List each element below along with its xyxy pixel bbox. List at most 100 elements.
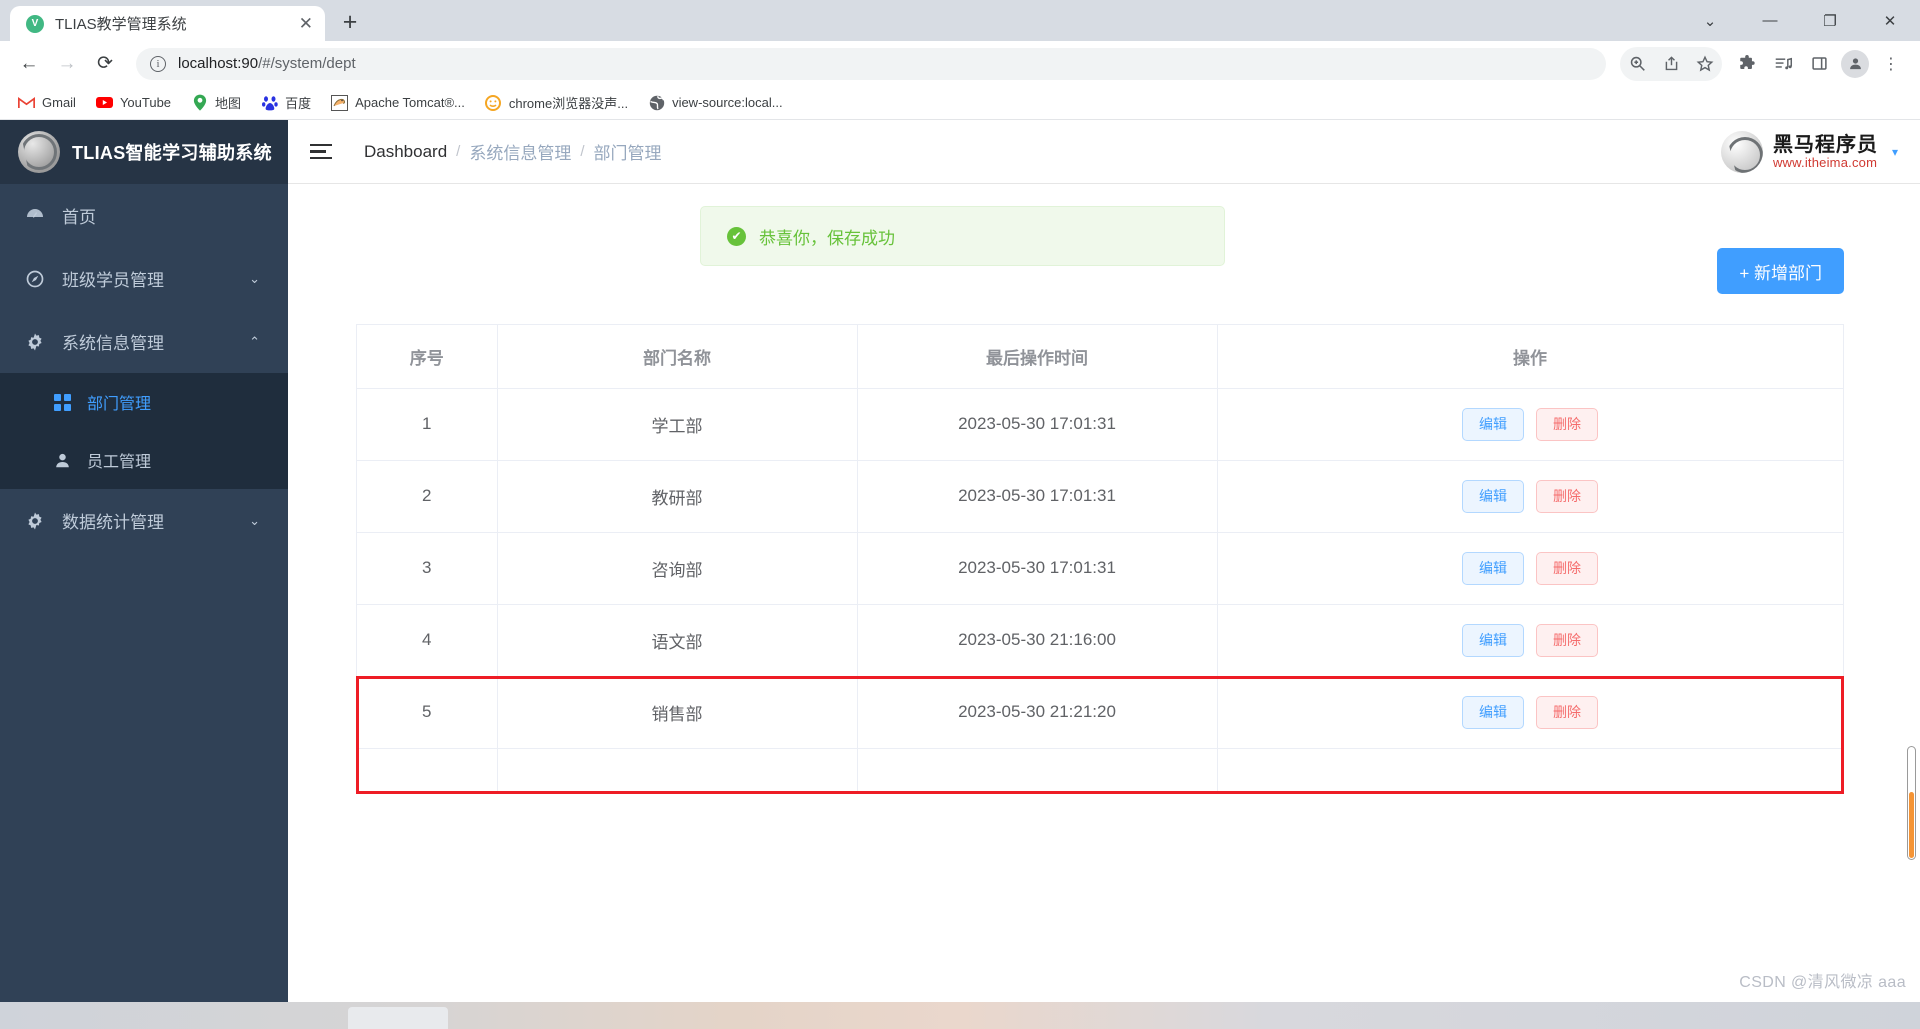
- sidebar-logo-text: TLIAS智能学习辅助系统: [72, 143, 272, 163]
- reload-button[interactable]: ⟳: [88, 47, 122, 81]
- bookmarks-bar: Gmail YouTube 地图 百度 Apache Tomcat®... ch…: [0, 86, 1920, 120]
- cell-index: 3: [357, 532, 498, 605]
- cell-operations: 编辑 删除: [1217, 460, 1843, 533]
- brand-text: 黑马程序员 www.itheima.com: [1773, 134, 1878, 170]
- sidebar-item-label: 数据统计管理: [62, 513, 164, 532]
- table-filler-row: [357, 748, 1843, 793]
- bookmark-label: 地图: [215, 96, 242, 111]
- column-header-time: 最后操作时间: [857, 325, 1218, 389]
- forward-button[interactable]: →: [50, 47, 84, 81]
- compass-icon: [24, 269, 46, 289]
- toast-message: 恭喜你，保存成功: [759, 228, 895, 248]
- bookmark-youtube[interactable]: YouTube: [88, 90, 179, 115]
- sidebar-item-employee-management[interactable]: 员工管理: [0, 431, 288, 489]
- table-row[interactable]: 3 咨询部 2023-05-30 17:01:31 编辑 删除: [357, 532, 1843, 605]
- new-tab-button[interactable]: +: [333, 5, 367, 39]
- back-button[interactable]: ←: [12, 47, 46, 81]
- breadcrumb-system-info: 系统信息管理: [469, 144, 572, 163]
- sidebar-item-system-info[interactable]: 系统信息管理 ⌃: [0, 310, 288, 373]
- address-bar[interactable]: i localhost:90/#/system/dept: [136, 47, 1606, 80]
- collapse-menu-icon[interactable]: [310, 143, 338, 160]
- sidebar-item-home[interactable]: 首页: [0, 184, 288, 247]
- brand-logo[interactable]: 黑马程序员 www.itheima.com ▾: [1720, 120, 1898, 184]
- delete-button[interactable]: 删除: [1536, 695, 1598, 729]
- edit-button[interactable]: 编辑: [1462, 407, 1524, 441]
- restore-icon[interactable]: ❐: [1800, 0, 1860, 41]
- bookmark-label: Apache Tomcat®...: [355, 95, 465, 110]
- table-row[interactable]: 1 学工部 2023-05-30 17:01:31 编辑 删除: [357, 388, 1843, 461]
- column-header-index: 序号: [357, 325, 498, 389]
- bookmark-gmail[interactable]: Gmail: [10, 90, 84, 115]
- cell-name: 咨询部: [497, 532, 858, 605]
- delete-button[interactable]: 删除: [1536, 623, 1598, 657]
- os-taskbar: [0, 1002, 1920, 1029]
- sidebar-item-data-statistics[interactable]: 数据统计管理 ⌄: [0, 489, 288, 552]
- side-panel-icon[interactable]: [1802, 47, 1836, 81]
- delete-button[interactable]: 删除: [1536, 407, 1598, 441]
- column-header-name: 部门名称: [497, 325, 858, 389]
- map-pin-icon: [191, 94, 208, 111]
- bookmark-star-icon[interactable]: [1688, 47, 1722, 81]
- cell-time: 2023-05-30 17:01:31: [857, 532, 1218, 605]
- chevron-down-icon: ⌄: [249, 270, 260, 286]
- browser-menu-icon[interactable]: ⋮: [1874, 47, 1908, 81]
- browser-window: V TLIAS教学管理系统 ✕ + ⌄ — ❐ ✕ ← → ⟳ i localh…: [0, 0, 1920, 1029]
- cell-time: 2023-05-30 17:01:31: [857, 460, 1218, 533]
- sidebar-item-dept-management[interactable]: 部门管理: [0, 373, 288, 431]
- media-playlist-icon[interactable]: [1766, 47, 1800, 81]
- minimize-icon[interactable]: —: [1740, 0, 1800, 41]
- cell-time: 2023-05-30 21:16:00: [857, 604, 1218, 677]
- page-scrollbar[interactable]: [1907, 746, 1916, 860]
- profile-avatar-icon[interactable]: [1838, 47, 1872, 81]
- table-row[interactable]: 4 语文部 2023-05-30 21:16:00 编辑 删除: [357, 604, 1843, 677]
- sidebar-logo[interactable]: TLIAS智能学习辅助系统: [0, 120, 288, 184]
- tomcat-icon: [331, 94, 349, 111]
- delete-button[interactable]: 删除: [1536, 479, 1598, 513]
- main-region: Dashboard / 系统信息管理 / 部门管理 黑马程序员 www.ithe…: [288, 120, 1920, 1002]
- breadcrumb-dashboard[interactable]: Dashboard: [364, 142, 447, 162]
- chevron-down-icon[interactable]: ▾: [1892, 145, 1898, 159]
- csdn-watermark: CSDN @清风微凉 aaa: [1739, 974, 1906, 991]
- table-row[interactable]: 2 教研部 2023-05-30 17:01:31 编辑 删除: [357, 460, 1843, 533]
- close-window-icon[interactable]: ✕: [1860, 0, 1920, 41]
- smiley-icon: [485, 94, 502, 111]
- close-tab-icon[interactable]: ✕: [299, 15, 313, 32]
- gear-icon: [24, 511, 46, 531]
- sidebar-item-class-student[interactable]: 班级学员管理 ⌄: [0, 247, 288, 310]
- add-department-button[interactable]: + 新增部门: [1717, 248, 1844, 294]
- edit-button[interactable]: 编辑: [1462, 623, 1524, 657]
- youtube-icon: [95, 94, 113, 111]
- extensions-puzzle-icon[interactable]: [1730, 47, 1764, 81]
- browser-tab[interactable]: V TLIAS教学管理系统 ✕: [10, 6, 325, 41]
- breadcrumb: Dashboard / 系统信息管理 / 部门管理: [364, 139, 662, 164]
- cell-operations: 编辑 删除: [1217, 532, 1843, 605]
- site-info-icon[interactable]: i: [150, 55, 166, 72]
- bookmark-tomcat[interactable]: Apache Tomcat®...: [323, 90, 473, 115]
- bookmark-label: 百度: [285, 96, 312, 111]
- chevron-down-icon[interactable]: ⌄: [1680, 0, 1740, 41]
- edit-button[interactable]: 编辑: [1462, 695, 1524, 729]
- edit-button[interactable]: 编辑: [1462, 479, 1524, 513]
- bookmark-chrome-audio[interactable]: chrome浏览器没声...: [477, 89, 636, 116]
- share-icon[interactable]: [1654, 47, 1688, 81]
- itheima-horse-icon: [1720, 131, 1763, 173]
- cell-index: 5: [357, 676, 498, 749]
- edit-button[interactable]: 编辑: [1462, 551, 1524, 585]
- column-header-operations: 操作: [1217, 325, 1843, 389]
- avatar: [1841, 49, 1869, 78]
- bookmark-view-source[interactable]: view-source:local...: [640, 90, 791, 115]
- scrollbar-thumb[interactable]: [1909, 792, 1914, 858]
- baidu-icon: [261, 94, 278, 111]
- taskbar-window-item[interactable]: [348, 1007, 448, 1029]
- delete-button[interactable]: 删除: [1536, 551, 1598, 585]
- sidebar-subitem-label: 员工管理: [87, 454, 152, 471]
- bookmark-maps[interactable]: 地图: [183, 89, 249, 116]
- cell-name: 语文部: [497, 604, 858, 677]
- breadcrumb-separator: /: [456, 143, 461, 160]
- bookmark-baidu[interactable]: 百度: [253, 89, 319, 116]
- cell-index: 2: [357, 460, 498, 533]
- address-bar-url: localhost:90/#/system/dept: [178, 55, 356, 72]
- zoom-icon[interactable]: [1620, 47, 1654, 81]
- table-row[interactable]: 5 销售部 2023-05-30 21:21:20 编辑 删除: [357, 676, 1843, 749]
- horse-logo-icon: [18, 131, 60, 173]
